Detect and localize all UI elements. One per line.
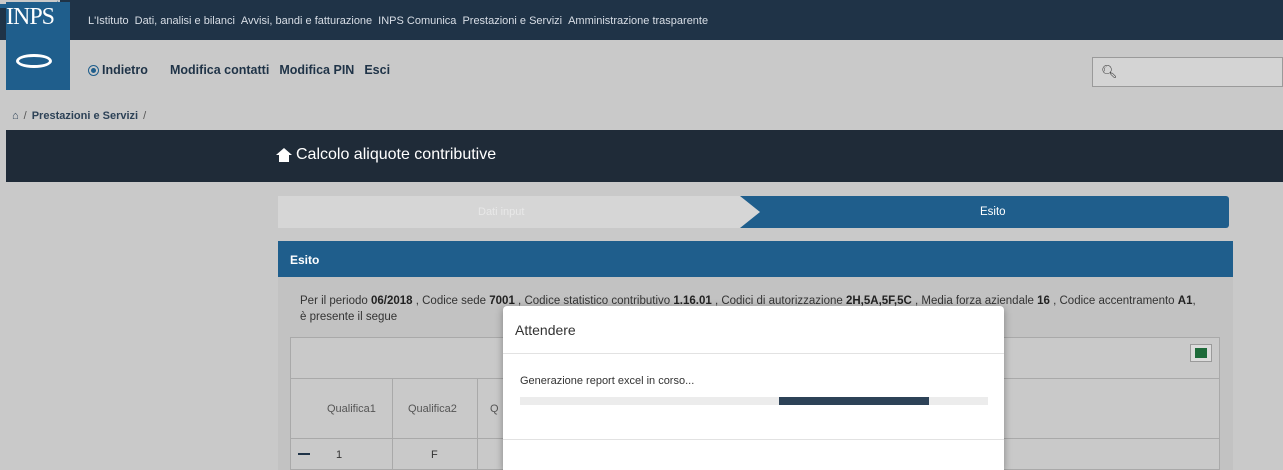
table-column-divider [477, 378, 478, 470]
table-cell-qualifica2: F [431, 449, 438, 461]
top-link-trasparente[interactable]: Amministrazione trasparente [568, 15, 708, 27]
home-icon [276, 148, 292, 162]
table-header-qualifica1[interactable]: Qualifica1 [327, 403, 376, 415]
top-link-istituto[interactable]: L'Istituto [88, 15, 129, 27]
search-input[interactable] [1092, 57, 1283, 87]
top-link-prestazioni[interactable]: Prestazioni e Servizi [462, 15, 562, 27]
esito-text-part: , Codice accentramento [1049, 295, 1178, 307]
esito-panel-title: Esito [290, 253, 320, 267]
table-column-divider [392, 378, 393, 470]
top-link-dati[interactable]: Dati, analisi e bilanci [135, 15, 235, 27]
esito-panel-header [278, 241, 1233, 277]
modal-title: Attendere [515, 322, 576, 338]
logout-link[interactable]: Esci [364, 63, 390, 77]
progress-bar-fill [779, 397, 929, 405]
esito-accentramento: A1 [1177, 295, 1193, 307]
breadcrumb: ⌂ / Prestazioni e Servizi / [12, 110, 146, 122]
search-icon[interactable]: 🔍︎ [1101, 64, 1118, 80]
back-circle-icon [88, 64, 99, 76]
top-link-comunica[interactable]: INPS Comunica [378, 15, 456, 27]
edit-contacts-link[interactable]: Modifica contatti [170, 63, 269, 77]
excel-export-icon[interactable] [1190, 344, 1212, 362]
table-header-qualifica3[interactable]: Q [490, 403, 499, 415]
page-title-text: Calcolo aliquote contributive [296, 146, 497, 163]
back-link-label: Indietro [102, 63, 148, 77]
collapse-row-icon[interactable] [298, 453, 310, 455]
step-esito-label: Esito [980, 206, 1006, 218]
table-header-qualifica2[interactable]: Qualifica2 [408, 403, 457, 415]
inps-logo-swirl-icon [16, 54, 52, 68]
esito-periodo: 06/2018 [370, 295, 413, 307]
back-link[interactable]: Indietro [88, 63, 148, 77]
top-link-avvisi[interactable]: Avvisi, bandi e fatturazione [241, 15, 372, 27]
step-dati-input-label: Dati input [478, 206, 525, 218]
breadcrumb-separator: / [23, 110, 27, 122]
modal-divider [503, 353, 1004, 354]
loading-modal [503, 306, 1004, 470]
esito-text-part: , Codice sede [412, 295, 490, 307]
user-menu: Modifica contatti Modifica PIN Esci [170, 63, 390, 77]
esito-text-part: Per il periodo [300, 295, 371, 307]
breadcrumb-separator: / [143, 110, 147, 122]
modal-message: Generazione report excel in corso... [520, 375, 695, 387]
edit-pin-link[interactable]: Modifica PIN [279, 63, 354, 77]
inps-logo-text: INPS [6, 4, 55, 30]
page-header-band [6, 130, 1283, 182]
top-nav-links: L'Istituto Dati, analisi e bilanci Avvis… [88, 15, 708, 27]
table-cell-qualifica1: 1 [336, 449, 343, 461]
esito-forza: 16 [1037, 295, 1050, 307]
breadcrumb-home-icon[interactable]: ⌂ [12, 110, 19, 122]
page-title: Calcolo aliquote contributive [276, 146, 496, 164]
modal-divider [503, 439, 1004, 440]
breadcrumb-item-prestazioni[interactable]: Prestazioni e Servizi [32, 110, 138, 122]
